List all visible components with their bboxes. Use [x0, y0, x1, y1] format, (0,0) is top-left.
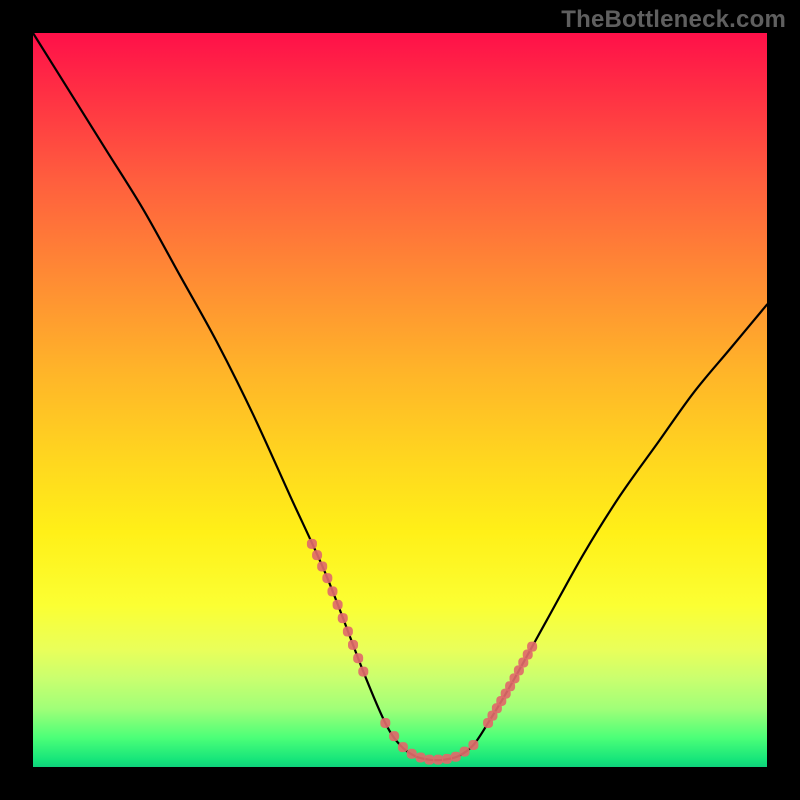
curve-svg: [33, 33, 767, 767]
highlight-dot: [451, 752, 461, 762]
highlight-dot: [433, 755, 443, 765]
highlight-dot: [442, 754, 452, 764]
highlight-dot: [317, 561, 327, 571]
highlight-dot: [380, 718, 390, 728]
highlight-dot: [398, 742, 408, 752]
highlight-dot: [527, 642, 537, 652]
plot-area: [33, 33, 767, 767]
highlight-dot: [333, 600, 343, 610]
highlight-dot: [348, 640, 358, 650]
highlight-dot: [307, 539, 317, 549]
highlight-dot: [327, 586, 337, 596]
highlight-dot: [322, 573, 332, 583]
highlight-dot: [424, 755, 434, 765]
highlight-dot: [389, 731, 399, 741]
highlight-dot: [343, 627, 353, 637]
highlight-dot: [460, 747, 470, 757]
highlight-dot: [338, 613, 348, 623]
highlight-dots: [307, 539, 537, 765]
highlight-dot: [353, 653, 363, 663]
highlight-dot: [407, 749, 417, 759]
chart-frame: TheBottleneck.com: [0, 0, 800, 800]
watermark-label: TheBottleneck.com: [561, 6, 786, 34]
highlight-dot: [358, 667, 368, 677]
highlight-dot: [468, 740, 478, 750]
bottleneck-curve-path: [33, 33, 767, 760]
highlight-dot: [312, 550, 322, 560]
highlight-dot: [416, 752, 426, 762]
